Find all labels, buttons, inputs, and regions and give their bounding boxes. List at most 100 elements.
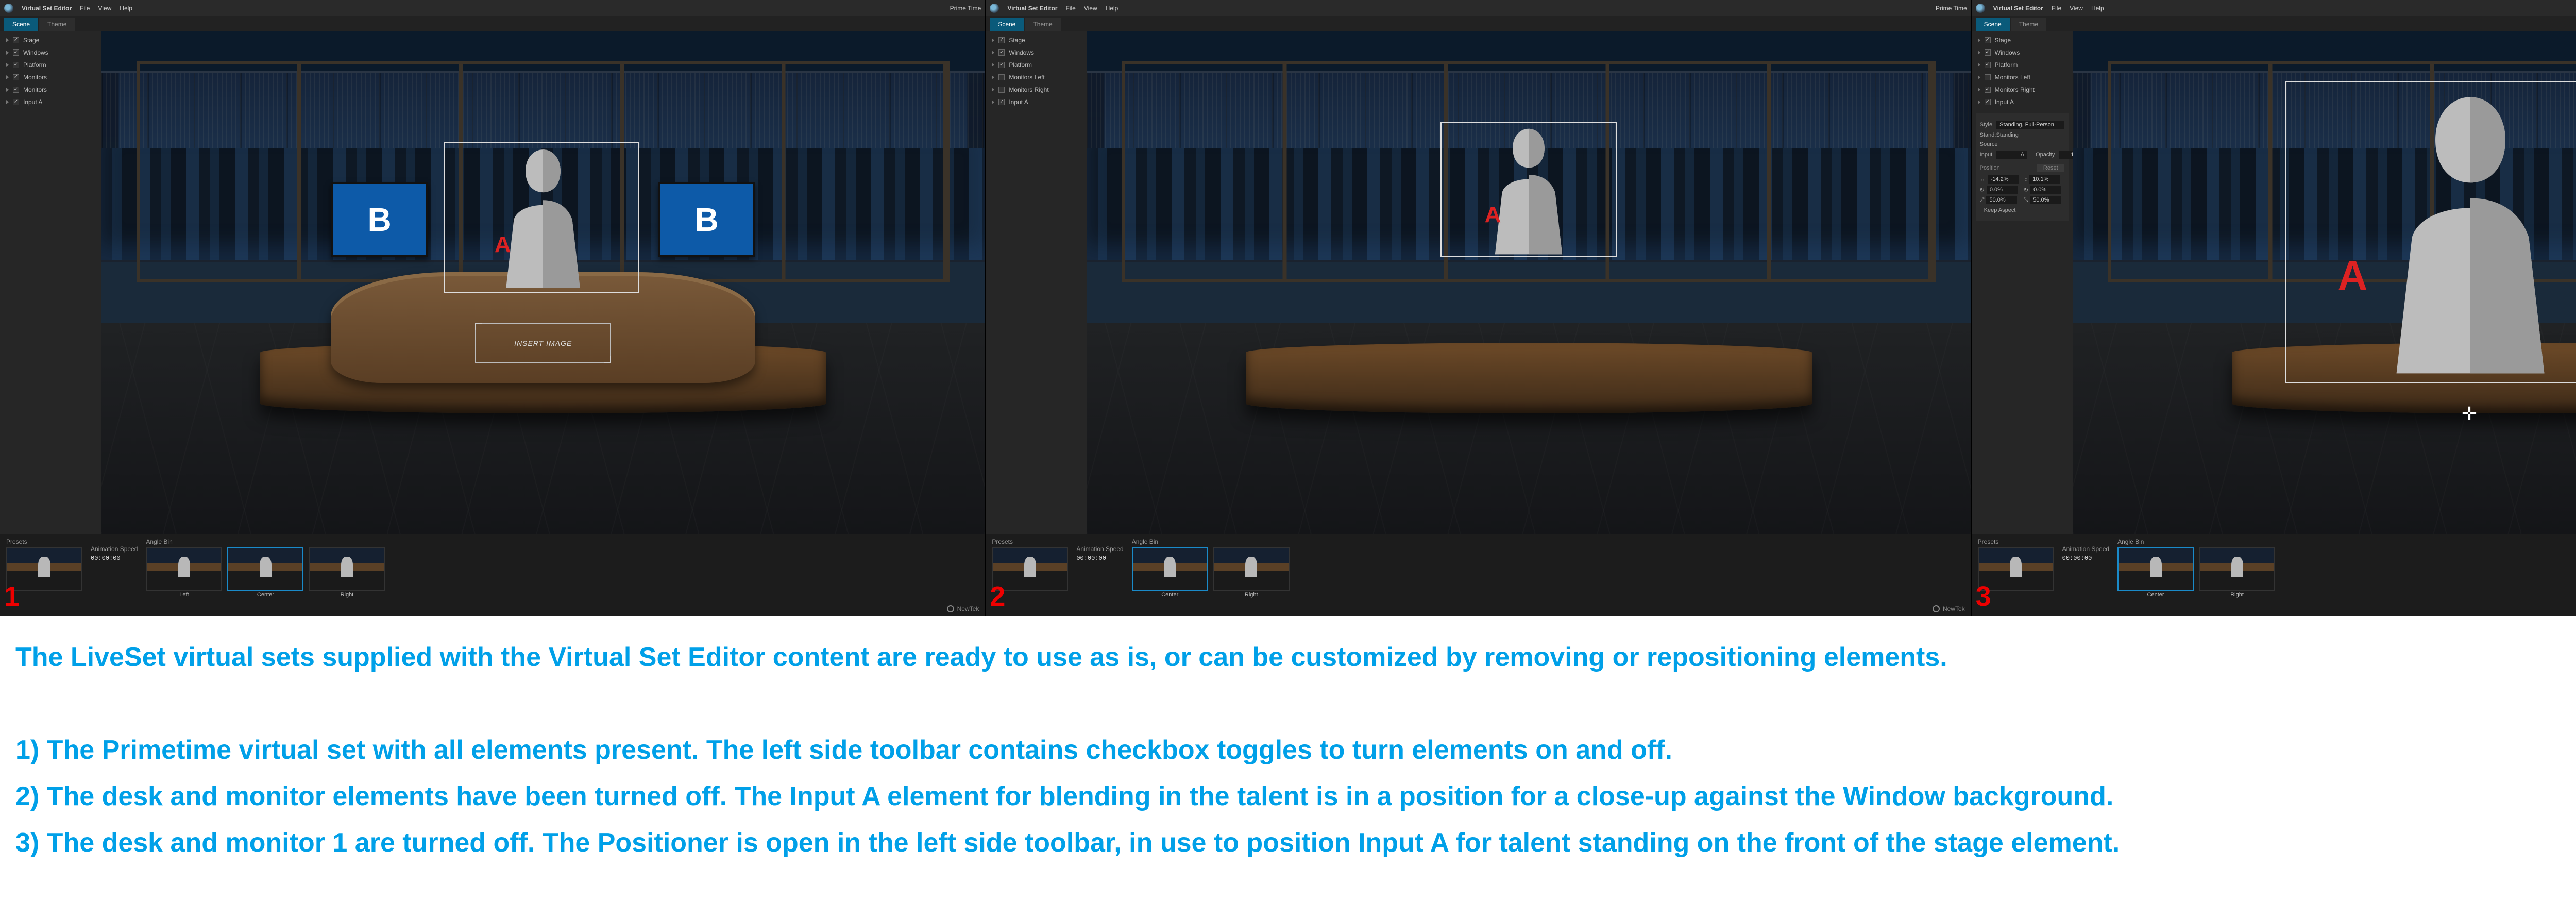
sidebar-item[interactable]: Monitors (4, 72, 97, 82)
checkbox[interactable] (998, 62, 1005, 68)
checkbox[interactable] (1985, 87, 1991, 93)
sidebar-item[interactable]: Monitors Right (990, 85, 1082, 95)
angle-thumb[interactable]: Center (227, 547, 303, 598)
brand-icon (947, 605, 954, 612)
tab-scene[interactable]: Scene (990, 18, 1024, 31)
caption-line-3: 3) The desk and monitor 1 are turned off… (15, 823, 2576, 863)
selection-box[interactable] (1440, 122, 1617, 258)
sidebar-item[interactable]: Monitors Left (990, 72, 1082, 82)
menu-file[interactable]: File (80, 5, 90, 12)
caption-intro: The LiveSet virtual sets supplied with t… (15, 637, 2576, 677)
expand-icon (992, 100, 994, 104)
menu-help[interactable]: Help (2091, 5, 2104, 12)
angle-thumb[interactable]: Right (2199, 547, 2275, 598)
viewport[interactable]: B B INSERT IMAGE A (101, 31, 985, 534)
sidebar-item[interactable]: Platform (990, 60, 1082, 70)
tab-scene[interactable]: Scene (1976, 18, 2010, 31)
panel-3: Virtual Set Editor File View Help Prime … (1972, 0, 2576, 616)
rot-x[interactable]: 0.0% (1987, 186, 2018, 194)
checkbox[interactable] (13, 62, 19, 68)
checkbox[interactable] (13, 99, 19, 105)
rot-y[interactable]: 0.0% (2030, 186, 2061, 194)
menu-view[interactable]: View (2070, 5, 2083, 12)
insert-image-placeholder[interactable]: INSERT IMAGE (475, 323, 611, 363)
menu-file[interactable]: File (2052, 5, 2061, 12)
menu-help[interactable]: Help (1106, 5, 1118, 12)
scale-y[interactable]: 50.0% (2030, 196, 2061, 204)
scale-x[interactable]: 50.0% (1986, 196, 2017, 204)
expand-icon (992, 51, 994, 55)
checkbox[interactable] (13, 74, 19, 80)
angle-thumb[interactable]: Right (309, 547, 385, 598)
tab-theme[interactable]: Theme (2011, 18, 2046, 31)
checkbox[interactable] (1985, 99, 1991, 105)
caption-line-2: 2) The desk and monitor elements have be… (15, 776, 2576, 816)
panel-2: Virtual Set Editor File View Help Prime … (986, 0, 1971, 616)
anglebin-label: Angle Bin (1132, 538, 1290, 545)
angle-thumb[interactable]: Left (146, 547, 222, 598)
position-crosshair-icon[interactable]: ✛ (2462, 403, 2477, 425)
angle-thumb[interactable]: Center (2117, 547, 2194, 598)
sidebar-item[interactable]: Windows (1976, 47, 2069, 58)
sidebar-item[interactable]: Stage (4, 35, 97, 45)
menu-view[interactable]: View (1084, 5, 1097, 12)
menu-file[interactable]: File (1065, 5, 1075, 12)
checkbox[interactable] (1985, 49, 1991, 56)
anglebin-label: Angle Bin (146, 538, 385, 545)
reset-button[interactable]: Reset (2037, 164, 2064, 172)
app-logo-icon (1976, 4, 1985, 13)
project-name: Prime Time (950, 5, 981, 12)
checkbox[interactable] (998, 99, 1005, 105)
menubar: Virtual Set Editor File View Help Prime … (0, 0, 985, 16)
checkbox[interactable] (998, 87, 1005, 93)
sidebar-item[interactable]: Stage (990, 35, 1082, 45)
animation-speed: Animation Speed 00:00:00 (91, 538, 138, 612)
app-logo-icon (4, 4, 13, 13)
pos-y[interactable]: 10.1% (2029, 175, 2060, 184)
checkbox[interactable] (1985, 74, 1991, 80)
checkbox[interactable] (1985, 62, 1991, 68)
brand: NewTek (1933, 605, 1965, 612)
sidebar-item[interactable]: Monitors (4, 85, 97, 95)
sidebar-item[interactable]: Input A (4, 97, 97, 107)
selection-box[interactable] (2285, 81, 2576, 384)
sidebar-item[interactable]: Input A (990, 97, 1082, 107)
viewport[interactable]: A (1087, 31, 1971, 534)
tab-theme[interactable]: Theme (1025, 18, 1060, 31)
selection-box[interactable] (444, 142, 639, 293)
sidebar-item[interactable]: Windows (4, 47, 97, 58)
angle-thumb[interactable]: Center (1132, 547, 1208, 598)
checkbox[interactable] (998, 74, 1005, 80)
checkbox[interactable] (1985, 37, 1991, 43)
input-field[interactable]: A (1996, 151, 2027, 159)
sidebar-item[interactable]: Stage (1976, 35, 2069, 45)
sidebar-tabs: Scene Theme (1972, 16, 2576, 31)
menu-help[interactable]: Help (120, 5, 132, 12)
panel-number: 2 (990, 580, 1005, 612)
tab-scene[interactable]: Scene (4, 18, 38, 31)
stage-platform (1246, 343, 1811, 413)
checkbox[interactable] (998, 37, 1005, 43)
expand-icon (1978, 38, 1980, 42)
style-select[interactable]: Standing, Full-Person (1996, 121, 2064, 129)
sidebar-item[interactable]: Platform (4, 60, 97, 70)
checkbox[interactable] (13, 87, 19, 93)
pos-x[interactable]: -14.2% (1988, 175, 2019, 184)
expand-icon (1978, 88, 1980, 92)
expand-icon (6, 75, 9, 79)
sidebar-item[interactable]: Monitors Left (1976, 72, 2069, 82)
sidebar-item[interactable]: Monitors Right (1976, 85, 2069, 95)
sidebar-item[interactable]: Windows (990, 47, 1082, 58)
checkbox[interactable] (13, 37, 19, 43)
tab-theme[interactable]: Theme (39, 18, 75, 31)
bottombar: Presets Animation Speed 00:00:00 Angle B… (1972, 534, 2576, 616)
viewport[interactable]: B A ✛ (2073, 31, 2576, 534)
stand-label: Stand:Standing (1980, 132, 2019, 138)
sidebar-item[interactable]: Platform (1976, 60, 2069, 70)
checkbox[interactable] (13, 49, 19, 56)
angle-thumb[interactable]: Right (1213, 547, 1290, 598)
menu-view[interactable]: View (98, 5, 111, 12)
sidebar-item[interactable]: Input A (1976, 97, 2069, 107)
bottombar: Presets Animation Speed 00:00:00 Angle B… (986, 534, 1971, 616)
checkbox[interactable] (998, 49, 1005, 56)
